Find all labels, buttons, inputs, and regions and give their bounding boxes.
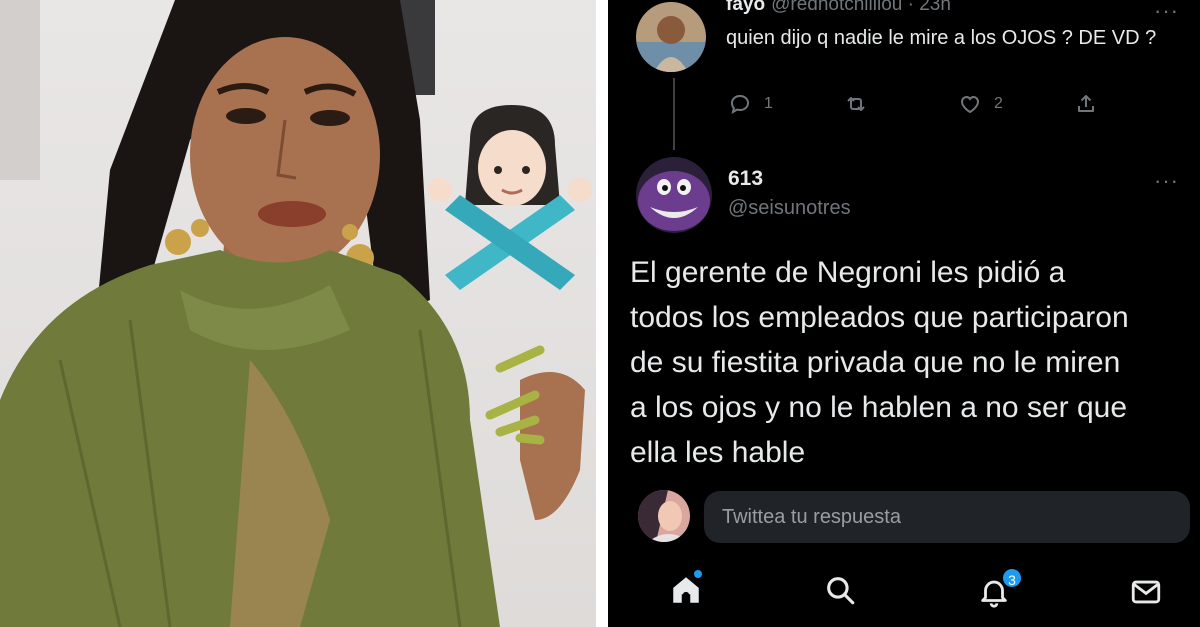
parent-more-button[interactable]: ···: [1154, 0, 1179, 22]
heart-icon: [960, 95, 980, 114]
main-display-name[interactable]: 613: [728, 167, 763, 191]
main-tweet-avatar[interactable]: [636, 157, 712, 233]
parent-handle-time: @redhotchilliou · 23h: [771, 0, 951, 15]
celebrity-photo: [0, 0, 596, 627]
nav-search[interactable]: [820, 570, 860, 610]
reply-input[interactable]: Twittea tu respuesta: [704, 491, 1190, 543]
main-more-button[interactable]: ···: [1154, 170, 1179, 192]
messages-icon: [1131, 580, 1161, 604]
like-action[interactable]: 2: [958, 92, 1003, 116]
parent-tweet-text: quien dijo q nadie le mire a los OJOS ? …: [726, 27, 1157, 49]
home-icon: [673, 577, 699, 603]
current-user-avatar[interactable]: [638, 490, 690, 542]
tweet-line: de su fiestita privada que no le miren: [630, 346, 1121, 379]
no-gesture-emoji: [428, 105, 592, 290]
tweet-line: a los ojos y no le hablen a no ser que: [630, 391, 1128, 424]
tweet-line: todos los empleados que participaron: [630, 301, 1129, 334]
parent-display-name[interactable]: fayo: [726, 0, 765, 15]
main-handle[interactable]: @seisunotres: [728, 197, 851, 220]
parent-tweet-header: fayo @redhotchilliou · 23h: [726, 0, 951, 16]
search-icon: [827, 577, 855, 605]
reply-icon: [730, 94, 750, 115]
nav-messages[interactable]: [1126, 572, 1166, 612]
retweet-action[interactable]: [844, 92, 868, 116]
parent-tweet-avatar[interactable]: [636, 2, 706, 72]
retweet-icon: [847, 97, 865, 111]
notification-badge: 3: [1001, 567, 1023, 589]
photo-illustration: [0, 0, 592, 627]
home-new-dot: [694, 570, 702, 578]
reply-count: 1: [764, 95, 773, 112]
tweet-line: ella les hable: [630, 436, 806, 469]
reply-action[interactable]: 1: [728, 92, 773, 116]
thread-connector-line: [673, 78, 675, 150]
tweet-line: El gerente de Negroni les pidió a: [630, 256, 1066, 289]
share-action[interactable]: [1074, 92, 1098, 116]
main-tweet-text: El gerente de Negroni les pidió a todos …: [630, 250, 1200, 475]
twitter-thread: fayo @redhotchilliou · 23h quien dijo q n…: [608, 0, 1200, 627]
share-icon: [1078, 95, 1094, 112]
like-count: 2: [994, 95, 1003, 112]
